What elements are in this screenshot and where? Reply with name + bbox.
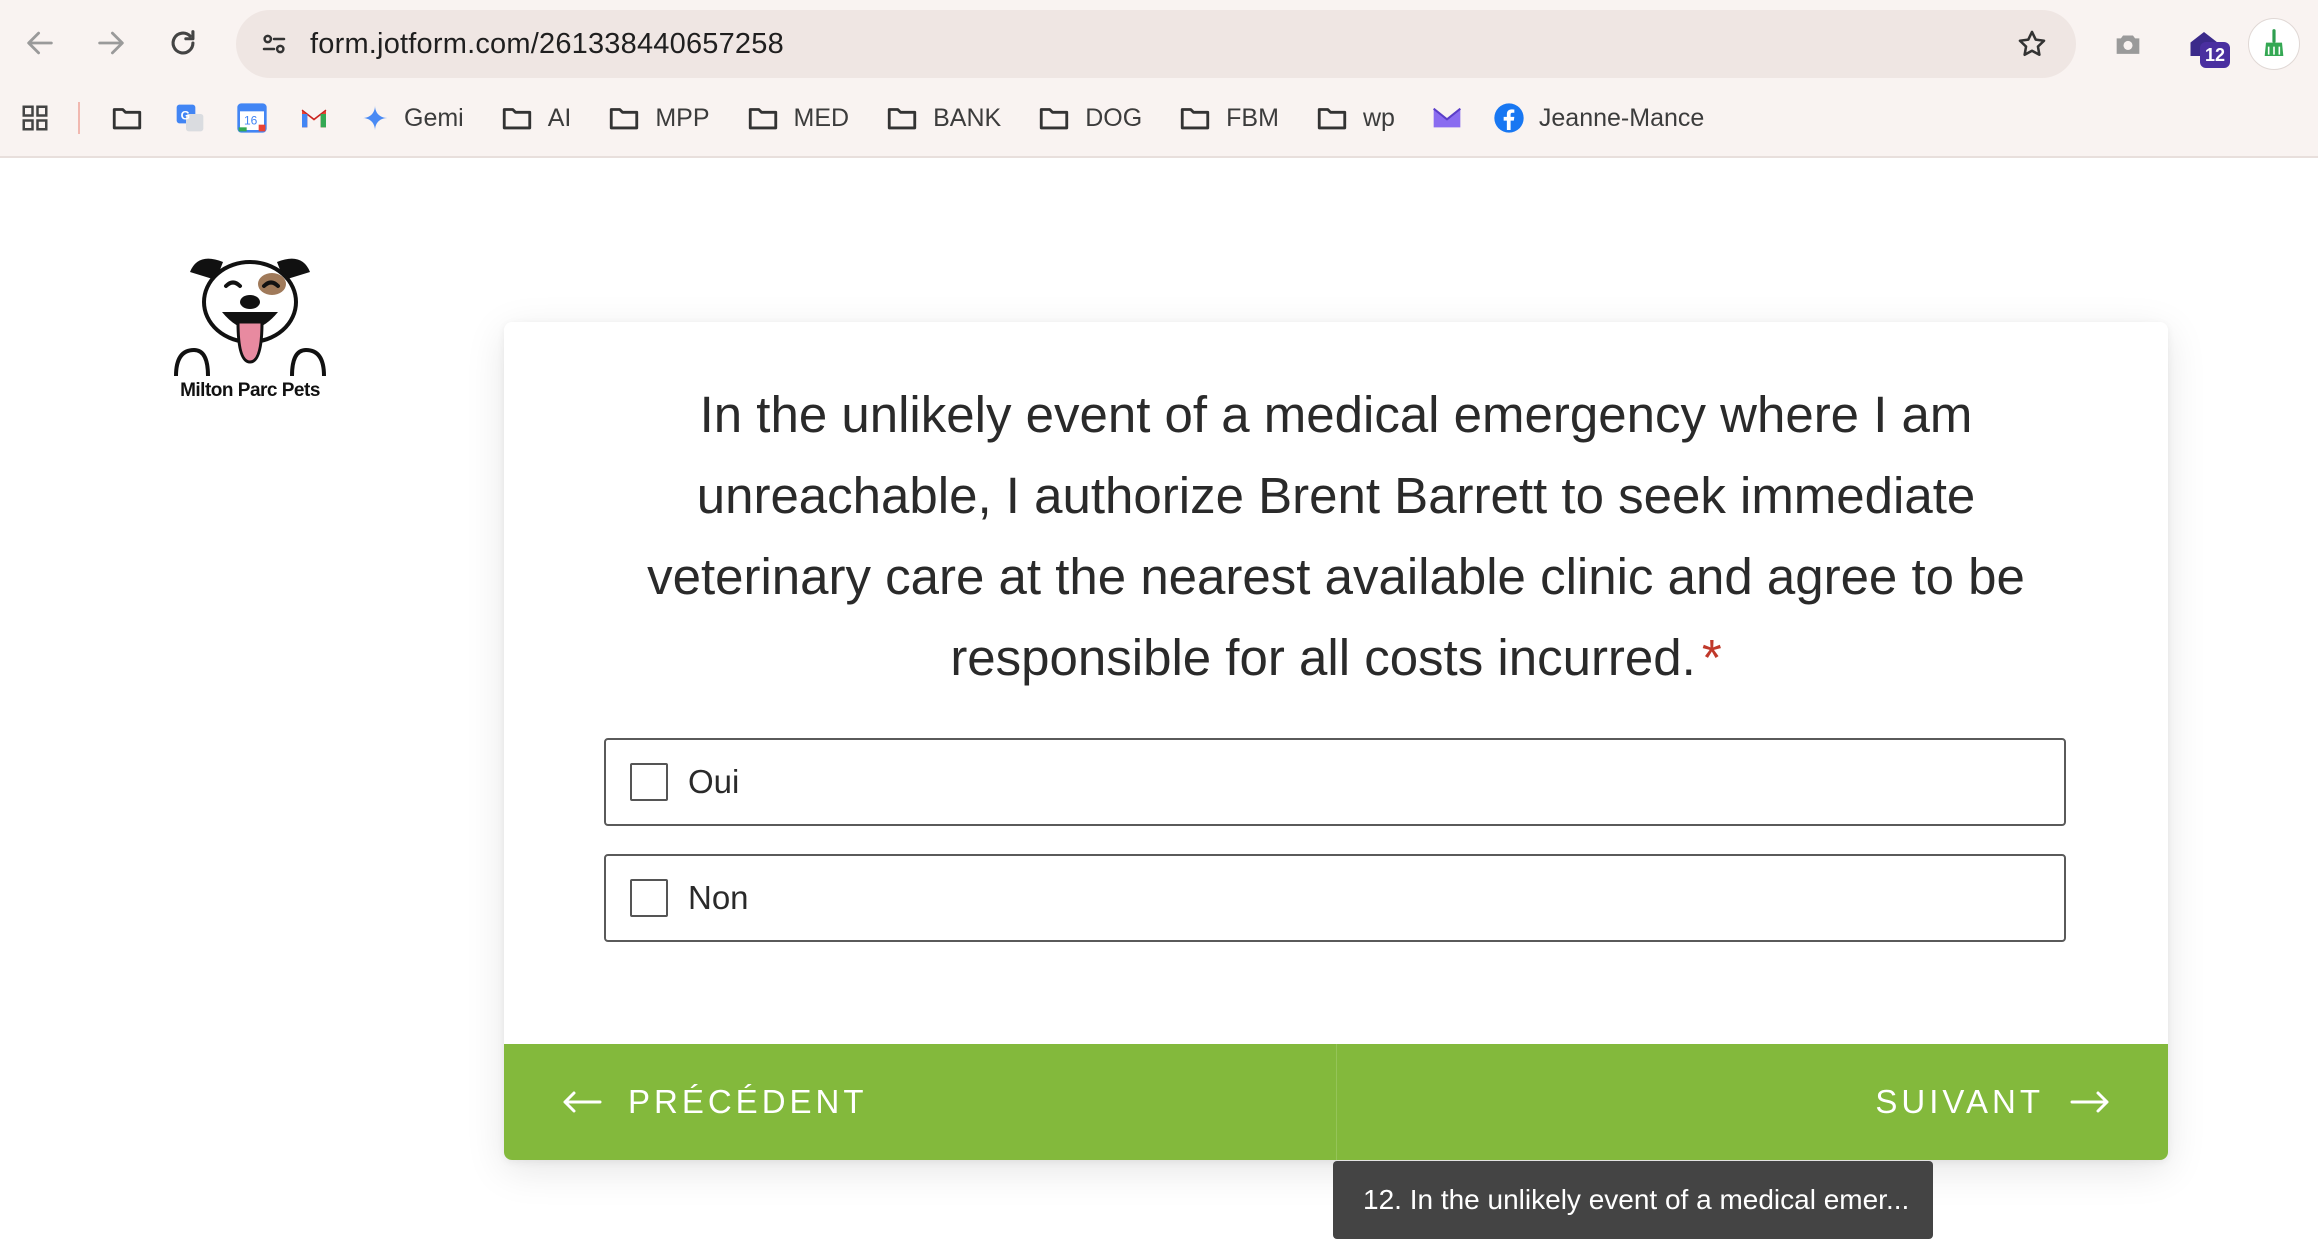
bookmarks-bar: G 16 Gemi AI MPP MED BANK DOG FBM wp Jea… bbox=[0, 96, 2318, 140]
previous-label: PRÉCÉDENT bbox=[628, 1083, 868, 1120]
bookmark-translate[interactable]: G bbox=[174, 96, 206, 140]
folder-icon bbox=[887, 108, 917, 130]
milton-parc-pets-logo: Milton Parc Pets bbox=[168, 250, 332, 410]
bookmark-folder-med[interactable]: MED bbox=[746, 96, 850, 140]
option-label: Oui bbox=[688, 763, 740, 800]
google-calendar-icon: 16 bbox=[237, 103, 267, 133]
folder-icon bbox=[502, 108, 531, 130]
bookmark-folder-mpp[interactable]: MPP bbox=[607, 96, 710, 140]
logo-text: Milton Parc Pets bbox=[180, 380, 320, 401]
bookmark-folder-ai[interactable]: AI bbox=[500, 96, 572, 140]
forward-button[interactable] bbox=[82, 14, 140, 72]
extension-badge: 12 bbox=[2200, 42, 2230, 68]
url-text[interactable]: form.jotform.com/261338440657258 bbox=[310, 10, 784, 78]
next-label: SUIVANT bbox=[1875, 1083, 2044, 1120]
bookmark-label: MPP bbox=[655, 103, 710, 132]
bookmarks-separator bbox=[78, 102, 80, 134]
facebook-icon bbox=[1494, 103, 1524, 133]
bookmark-label: Jeanne-Mance bbox=[1538, 103, 1705, 132]
gmail-icon bbox=[301, 109, 327, 128]
bookmark-label: MED bbox=[793, 103, 850, 132]
option-oui[interactable]: Oui bbox=[604, 738, 2066, 826]
reload-button[interactable] bbox=[154, 14, 212, 72]
question-label: In the unlikely event of a medical emerg… bbox=[647, 386, 2025, 686]
folder-icon bbox=[610, 108, 639, 130]
folder-icon bbox=[748, 108, 777, 130]
arrow-right-icon bbox=[98, 31, 124, 55]
option-label: Non bbox=[688, 879, 749, 916]
question-text-block: In the unlikely event of a medical emerg… bbox=[624, 374, 2048, 698]
bookmark-facebook[interactable]: Jeanne-Mance bbox=[1493, 96, 1704, 140]
svg-text:16: 16 bbox=[244, 114, 258, 128]
option-non[interactable]: Non bbox=[604, 854, 2066, 942]
arrow-left-icon bbox=[27, 31, 53, 55]
bookmark-label: BANK bbox=[933, 103, 1002, 132]
google-translate-icon: G bbox=[176, 104, 204, 132]
checkbox-oui[interactable] bbox=[630, 763, 668, 801]
bookmark-label: wp bbox=[1362, 103, 1395, 132]
bookmark-gmail[interactable] bbox=[298, 96, 330, 140]
bookmark-label: FBM bbox=[1226, 103, 1279, 132]
next-question-tooltip: 12. In the unlikely event of a medical e… bbox=[1333, 1161, 1933, 1239]
previous-button[interactable]: PRÉCÉDENT bbox=[504, 1044, 1337, 1160]
bookmark-calendar[interactable]: 16 bbox=[236, 96, 268, 140]
site-settings-icon[interactable] bbox=[254, 24, 294, 64]
apps-button[interactable] bbox=[20, 96, 50, 140]
bookmark-label: DOG bbox=[1085, 103, 1143, 132]
browser-chrome: form.jotform.com/261338440657258 12 G 16 bbox=[0, 0, 2318, 158]
back-button[interactable] bbox=[11, 14, 69, 72]
bookmark-label: Gemi bbox=[404, 103, 464, 132]
apps-grid-icon bbox=[22, 105, 48, 131]
svg-text:G: G bbox=[181, 108, 190, 122]
bookmark-star-icon[interactable] bbox=[2012, 24, 2052, 64]
folder-icon bbox=[1180, 108, 1210, 130]
bookmark-proton[interactable] bbox=[1431, 96, 1463, 140]
next-button[interactable]: SUIVANT bbox=[1337, 1044, 2169, 1160]
arrow-right-icon bbox=[2070, 1091, 2109, 1113]
required-asterisk: * bbox=[1701, 629, 1722, 686]
folder-icon bbox=[112, 108, 142, 130]
bookmark-gemini[interactable]: Gemi bbox=[360, 96, 464, 140]
proton-mail-icon bbox=[1432, 107, 1461, 128]
bookmark-folder-dog[interactable]: DOG bbox=[1037, 96, 1142, 140]
folder-icon bbox=[1040, 108, 1069, 130]
bookmark-folder-bank[interactable]: BANK bbox=[885, 96, 1001, 140]
arrow-left-icon bbox=[563, 1091, 602, 1113]
form-card: In the unlikely event of a medical emerg… bbox=[504, 322, 2168, 1160]
reload-icon bbox=[171, 30, 195, 55]
bookmark-folder-fbm[interactable]: FBM bbox=[1178, 96, 1279, 140]
form-navigation-bar: PRÉCÉDENT SUIVANT bbox=[504, 1044, 2168, 1160]
bookmark-label: AI bbox=[547, 103, 572, 132]
gemini-sparkle-icon bbox=[362, 105, 388, 131]
home-extension-icon[interactable]: 12 bbox=[2180, 20, 2230, 68]
bookmark-folder[interactable] bbox=[110, 96, 144, 140]
checkbox-non[interactable] bbox=[630, 879, 668, 917]
address-bar[interactable]: form.jotform.com/261338440657258 bbox=[236, 10, 2076, 78]
dog-mascot-icon bbox=[174, 258, 326, 377]
folder-icon bbox=[1317, 108, 1347, 130]
camera-extension-icon[interactable] bbox=[2104, 20, 2152, 68]
cleaner-extension-icon[interactable] bbox=[2248, 18, 2300, 70]
bookmark-folder-wp[interactable]: wp bbox=[1315, 96, 1395, 140]
